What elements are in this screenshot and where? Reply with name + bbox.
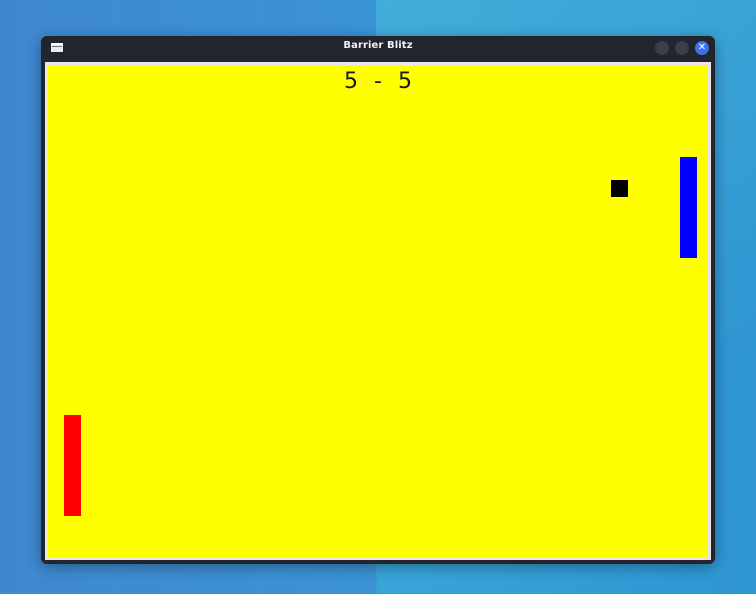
close-button[interactable]: ✕ — [695, 41, 709, 55]
game-court[interactable]: 5-5 — [48, 65, 708, 558]
left-paddle — [64, 415, 81, 516]
maximize-button[interactable] — [675, 41, 689, 55]
score-separator: - — [374, 69, 382, 94]
title-bar[interactable]: Barrier Blitz ✕ — [41, 36, 715, 60]
desktop-background: Barrier Blitz ✕ 5-5 — [0, 0, 756, 594]
window-client-area: 5-5 — [45, 62, 711, 560]
right-paddle — [680, 157, 697, 258]
minimize-button[interactable] — [655, 41, 669, 55]
close-icon: ✕ — [697, 42, 707, 53]
ball — [611, 180, 628, 197]
window-title: Barrier Blitz — [343, 40, 413, 51]
game-window: Barrier Blitz ✕ 5-5 — [41, 36, 715, 564]
score-right: 5 — [397, 69, 412, 94]
scoreboard: 5-5 — [48, 69, 708, 94]
score-left: 5 — [344, 69, 359, 94]
